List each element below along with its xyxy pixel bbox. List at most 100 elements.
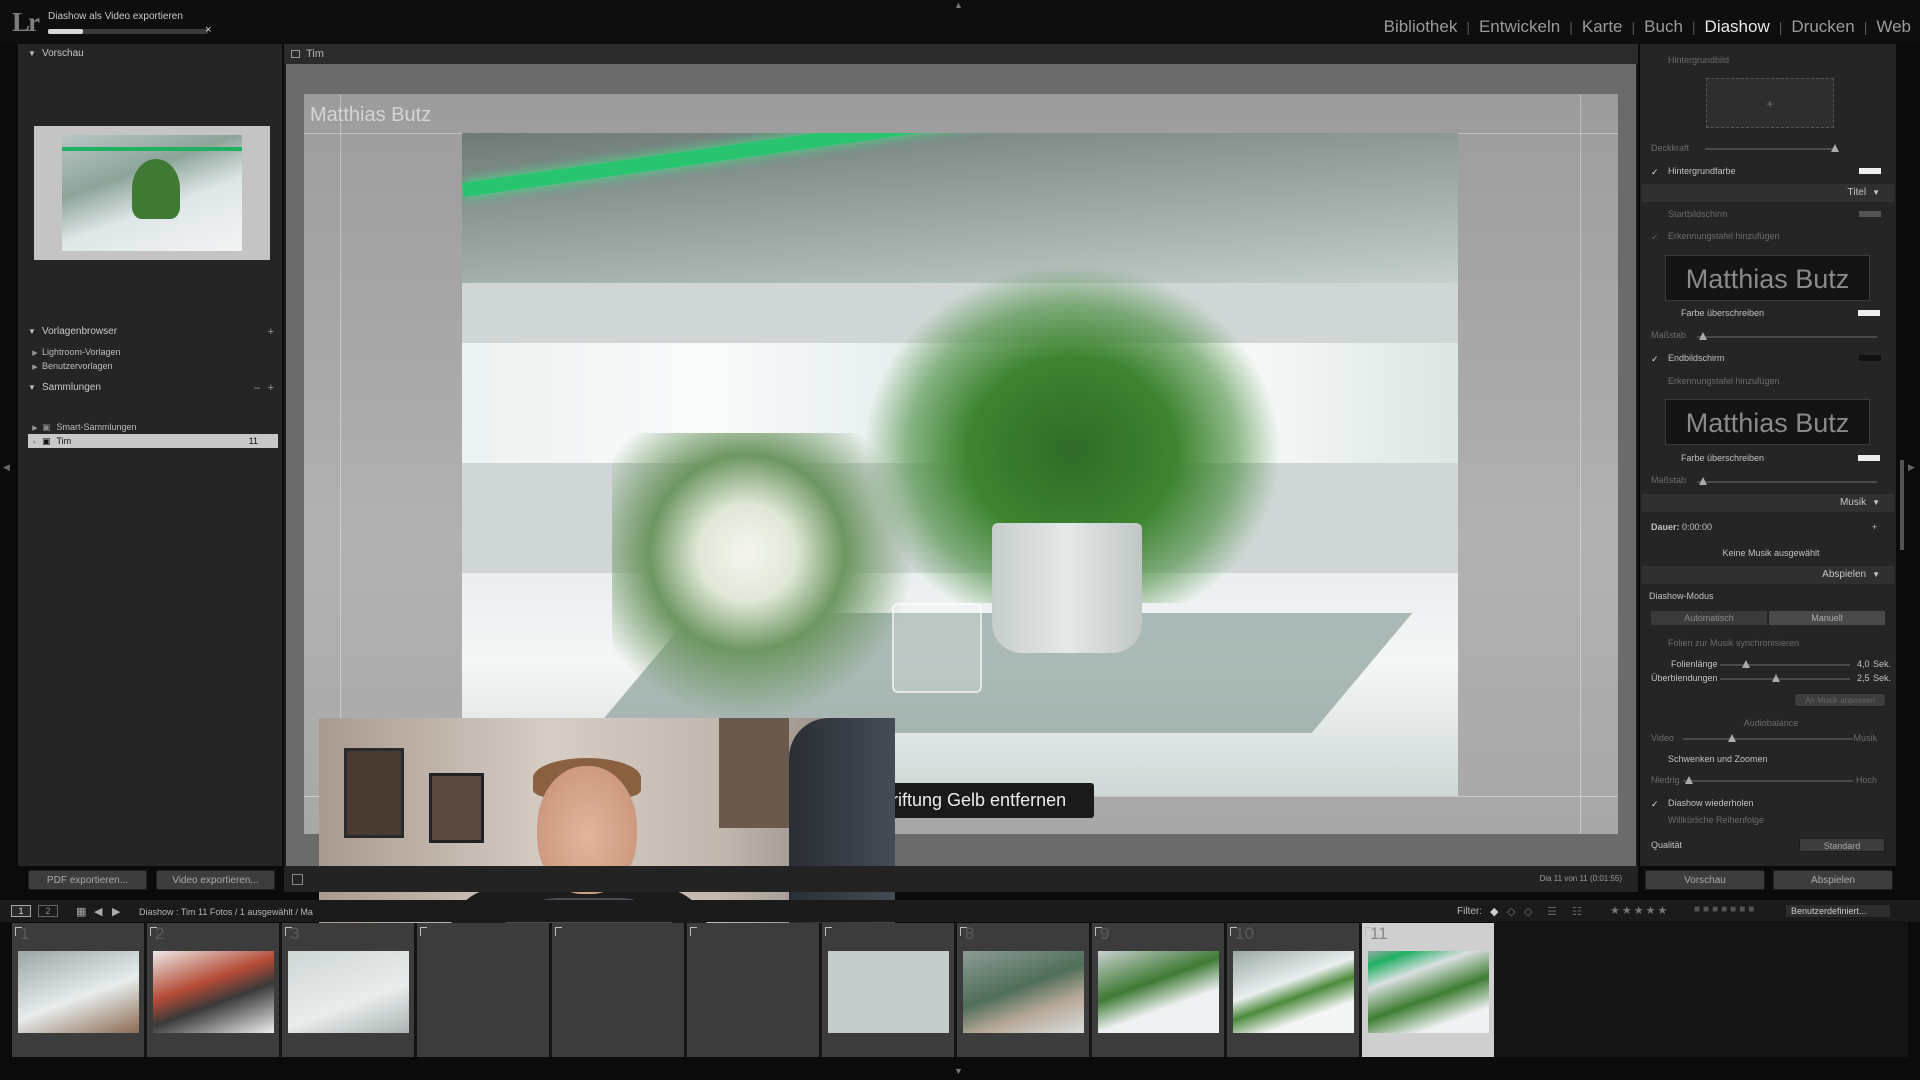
- add-collection-icon[interactable]: +: [268, 378, 274, 398]
- filmstrip-cell[interactable]: 2: [147, 923, 280, 1057]
- module-web[interactable]: Web: [1867, 17, 1920, 37]
- lightroom-logo[interactable]: Lr: [12, 7, 40, 38]
- add-music-icon[interactable]: +: [1872, 520, 1877, 534]
- module-bibliothek[interactable]: Bibliothek: [1375, 17, 1467, 37]
- filmstrip-thumbnail[interactable]: [828, 951, 949, 1033]
- collections-header[interactable]: ▼ Sammlungen – +: [18, 378, 282, 398]
- override-color-swatch[interactable]: [1858, 455, 1880, 461]
- remove-collection-icon[interactable]: –: [254, 378, 260, 398]
- repeat-slideshow-row[interactable]: ✓ Diashow wiederholen: [1651, 796, 1891, 810]
- secondary-monitor-button[interactable]: 2: [38, 905, 58, 917]
- top-panel-toggle-icon[interactable]: ▲: [954, 0, 963, 10]
- mode-manual-button[interactable]: Manuell: [1769, 611, 1885, 625]
- sync-music-row[interactable]: Folien zur Musik synchronisieren: [1651, 636, 1891, 650]
- filmstrip-thumbnail[interactable]: [558, 951, 679, 1033]
- slider-knob[interactable]: [1742, 660, 1750, 668]
- navigator-preview[interactable]: [34, 126, 270, 260]
- left-panel-toggle-icon[interactable]: ◀: [3, 462, 10, 473]
- override-color-swatch[interactable]: [1858, 310, 1880, 316]
- add-id-plate-row-2[interactable]: Erkennungstafel hinzufügen: [1651, 374, 1891, 388]
- checkbox[interactable]: [1651, 638, 1660, 647]
- filmstrip-cell[interactable]: 9: [1092, 923, 1225, 1057]
- filter-preset-select[interactable]: Benutzerdefiniert...: [1786, 905, 1890, 917]
- slider-knob[interactable]: [1772, 674, 1780, 682]
- flag-icon[interactable]: [690, 927, 697, 936]
- override-color-row[interactable]: Farbe überschreiben: [1664, 306, 1904, 320]
- preview-button[interactable]: Vorschau: [1645, 870, 1765, 890]
- override-color-row-2[interactable]: Farbe überschreiben: [1664, 451, 1904, 465]
- filmstrip-cell[interactable]: 10: [1227, 923, 1360, 1057]
- collection-smart[interactable]: ▶ ▣ Smart-Sammlungen: [28, 420, 278, 434]
- module-diashow[interactable]: Diashow: [1696, 17, 1779, 37]
- mode-automatic-button[interactable]: Automatisch: [1651, 611, 1767, 625]
- filmstrip-cell[interactable]: [822, 923, 955, 1057]
- ending-identity-plate[interactable]: Matthias Butz: [1665, 399, 1870, 445]
- export-pdf-button[interactable]: PDF exportieren...: [28, 870, 147, 890]
- filmstrip-thumbnail[interactable]: [153, 951, 274, 1033]
- right-panel-scrollbar[interactable]: [1900, 460, 1904, 550]
- ending-screen-row[interactable]: ✓ Endbildschirm: [1651, 351, 1891, 365]
- fit-to-music-button[interactable]: An Musik anpassen: [1794, 693, 1886, 707]
- checkbox[interactable]: [1651, 209, 1660, 218]
- filmstrip-thumbnail[interactable]: [423, 951, 544, 1033]
- filmstrip-cell[interactable]: [417, 923, 550, 1057]
- right-panel-toggle-icon[interactable]: ▶: [1908, 462, 1915, 473]
- background-image-checkbox-row[interactable]: Hintergrundbild: [1651, 53, 1891, 67]
- playback-section-header[interactable]: Abspielen ▼: [1642, 566, 1894, 584]
- filmstrip-thumbnail[interactable]: [1098, 951, 1219, 1033]
- slide-identity-plate[interactable]: Matthias Butz: [310, 104, 431, 127]
- add-template-icon[interactable]: +: [268, 322, 274, 342]
- filmstrip-thumbnail[interactable]: [963, 951, 1084, 1033]
- primary-monitor-button[interactable]: 1: [11, 905, 31, 917]
- opacity-slider[interactable]: [1705, 144, 1839, 152]
- add-id-plate-row[interactable]: ✓ Erkennungstafel hinzufügen: [1651, 229, 1891, 243]
- module-entwickeln[interactable]: Entwickeln: [1470, 17, 1569, 37]
- intro-screen-row[interactable]: Startbildschirm: [1651, 207, 1891, 221]
- preview-panel-header[interactable]: ▼ Vorschau: [18, 44, 282, 64]
- audio-balance-slider[interactable]: [1683, 734, 1853, 742]
- pan-zoom-row[interactable]: Schwenken und Zoomen: [1651, 752, 1891, 766]
- expand-arrow-icon[interactable]: ▶: [28, 361, 42, 375]
- filmstrip-cell[interactable]: 8: [957, 923, 1090, 1057]
- star-rating-filter-icon[interactable]: ★★★★★: [1610, 904, 1669, 917]
- slider-knob[interactable]: [1728, 734, 1736, 742]
- play-button[interactable]: Abspielen: [1773, 870, 1893, 890]
- ending-color-swatch[interactable]: [1859, 355, 1881, 361]
- slide-length-slider[interactable]: [1720, 660, 1850, 668]
- slider-knob[interactable]: [1699, 477, 1707, 485]
- flag-rejected-icon[interactable]: ◇: [1524, 905, 1532, 918]
- template-folder-lightroom[interactable]: ▶ Lightroom-Vorlagen: [28, 345, 278, 359]
- background-image-well[interactable]: +: [1706, 78, 1834, 128]
- intro-color-swatch[interactable]: [1859, 211, 1881, 217]
- random-order-row[interactable]: Willkürliche Reihenfolge: [1651, 813, 1891, 827]
- intro-identity-plate[interactable]: Matthias Butz: [1665, 255, 1870, 301]
- filmstrip-thumbnail[interactable]: [18, 951, 139, 1033]
- checkbox[interactable]: [1651, 815, 1660, 824]
- module-buch[interactable]: Buch: [1635, 17, 1692, 37]
- flag-icon[interactable]: [825, 927, 832, 936]
- music-section-header[interactable]: Musik ▼: [1642, 494, 1894, 512]
- slider-knob[interactable]: [1685, 776, 1693, 784]
- checkbox[interactable]: [1664, 308, 1673, 317]
- filmstrip-thumbnail[interactable]: [288, 951, 409, 1033]
- filmstrip-cell[interactable]: [687, 923, 820, 1057]
- virtual-copy-icon[interactable]: ☰: [1547, 905, 1557, 918]
- checkbox[interactable]: [1651, 55, 1660, 64]
- master-copy-icon[interactable]: ☷: [1572, 905, 1582, 918]
- template-browser-header[interactable]: ▼ Vorlagenbrowser +: [18, 322, 282, 342]
- slider-knob[interactable]: [1699, 332, 1707, 340]
- flag-icon[interactable]: [555, 927, 562, 936]
- checkbox-checked[interactable]: ✓: [1651, 355, 1660, 364]
- filmstrip-cell[interactable]: 3: [282, 923, 415, 1057]
- color-label-filter-icon[interactable]: ■■■■■■■: [1694, 904, 1757, 915]
- scale-slider[interactable]: [1697, 332, 1877, 340]
- filmstrip-cell[interactable]: 11: [1362, 923, 1495, 1057]
- filmstrip-thumbnail[interactable]: [693, 951, 814, 1033]
- stop-icon[interactable]: [292, 874, 303, 885]
- slider-knob[interactable]: [1831, 144, 1839, 152]
- filmstrip-cell[interactable]: [552, 923, 685, 1057]
- pan-zoom-slider[interactable]: [1683, 776, 1853, 784]
- template-folder-user[interactable]: ▶ Benutzervorlagen: [28, 359, 278, 373]
- background-color-swatch[interactable]: [1859, 168, 1881, 174]
- checkbox[interactable]: [1651, 376, 1660, 385]
